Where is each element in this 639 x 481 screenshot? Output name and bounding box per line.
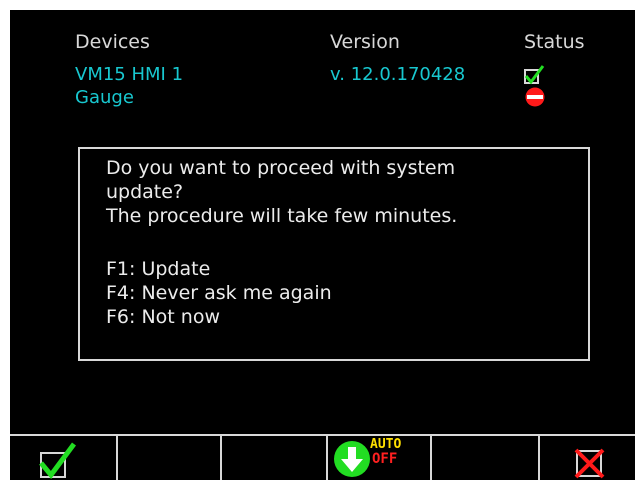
function-key-bar: AUTO OFF [10, 434, 635, 480]
header-devices: Devices [75, 31, 150, 53]
f2-key[interactable] [118, 436, 222, 480]
check-icon [524, 65, 545, 85]
device-name: Gauge [75, 87, 134, 108]
dialog-line: update? [106, 181, 184, 203]
header-version: Version [330, 31, 400, 53]
dialog-option-f1: F1: Update [106, 258, 211, 280]
f6-key[interactable] [540, 436, 635, 480]
no-entry-icon [525, 87, 545, 107]
download-icon [334, 441, 370, 477]
dialog-option-f4: F4: Never ask me again [106, 282, 332, 304]
dialog-option-f6: F6: Not now [106, 306, 220, 328]
device-name: VM15 HMI 1 [75, 64, 184, 85]
f3-key[interactable] [222, 436, 328, 480]
f4-key[interactable]: AUTO OFF [328, 436, 432, 480]
check-icon [39, 442, 77, 479]
device-version: v. 12.0.170428 [330, 64, 466, 85]
f1-key[interactable] [10, 436, 118, 480]
dialog-line: The procedure will take few minutes. [106, 205, 458, 227]
dialog-line: Do you want to proceed with system [106, 157, 456, 179]
f5-key[interactable] [432, 436, 540, 480]
off-label: OFF [372, 451, 398, 467]
hmi-screen: Devices Version Status VM15 HMI 1 v. 12.… [10, 10, 635, 480]
header-status: Status [524, 31, 585, 53]
cancel-icon [574, 448, 605, 479]
update-dialog: Do you want to proceed with system updat… [78, 147, 590, 361]
auto-label: AUTO [370, 437, 402, 452]
